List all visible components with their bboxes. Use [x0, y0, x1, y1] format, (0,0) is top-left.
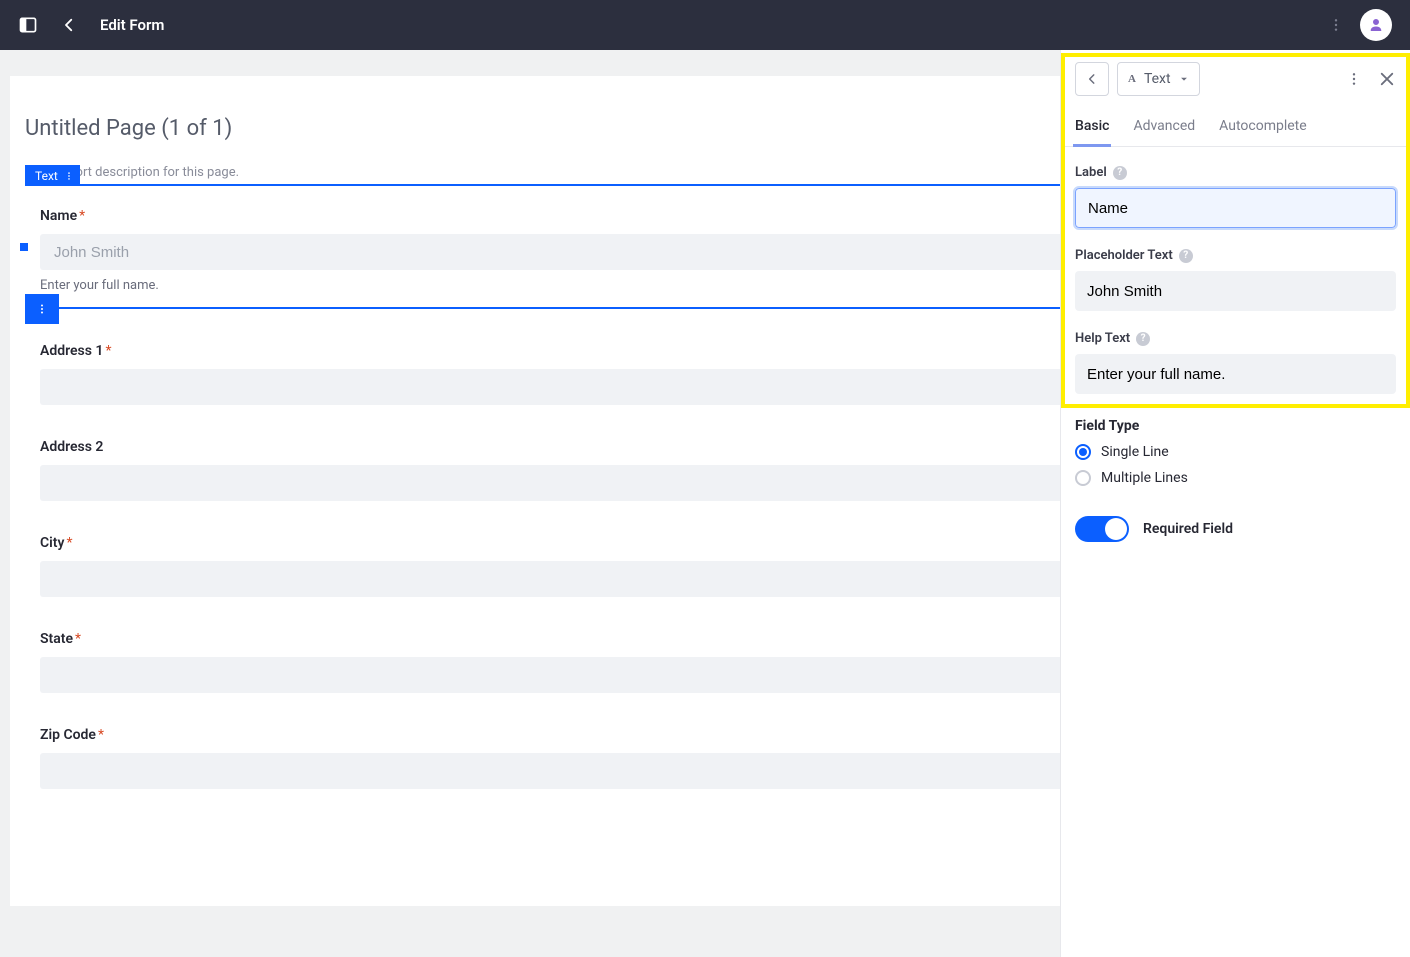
radio-label: Multiple Lines	[1101, 470, 1188, 486]
text-type-icon: A	[1128, 73, 1136, 85]
required-star: *	[75, 631, 81, 647]
panel-menu-icon[interactable]	[1346, 71, 1362, 87]
close-panel-icon[interactable]	[1378, 70, 1396, 88]
helptext-input[interactable]	[1075, 354, 1396, 394]
field-type-tag: Text	[25, 165, 80, 186]
required-star: *	[66, 535, 72, 551]
label-input[interactable]	[1075, 188, 1396, 228]
field-label: Address 2	[40, 439, 103, 455]
panel-back-button[interactable]	[1075, 62, 1109, 96]
topbar: Edit Form	[0, 0, 1410, 50]
help-icon[interactable]: ?	[1179, 249, 1193, 263]
panel-tabs: Basic Advanced Autocomplete	[1061, 108, 1410, 147]
help-icon[interactable]: ?	[1113, 166, 1127, 180]
field-type-dropdown-label: Text	[1144, 71, 1171, 87]
required-toggle-label: Required Field	[1143, 521, 1233, 537]
chevron-down-icon	[1179, 74, 1189, 84]
field-label: Name	[40, 208, 77, 224]
field-label: State	[40, 631, 73, 647]
radio-single-line[interactable]: Single Line	[1075, 444, 1396, 460]
field-label: Zip Code	[40, 727, 96, 743]
field-type-title: Field Type	[1075, 418, 1396, 434]
placeholder-field-title: Placeholder Text	[1075, 248, 1173, 263]
field-type-dropdown[interactable]: A Text	[1117, 62, 1200, 96]
field-drag-handle[interactable]	[20, 243, 28, 251]
back-button[interactable]	[60, 16, 78, 34]
required-star: *	[98, 727, 104, 743]
tab-advanced[interactable]: Advanced	[1133, 108, 1195, 146]
field-label: Address 1	[40, 343, 103, 359]
required-toggle[interactable]	[1075, 516, 1129, 542]
radio-icon	[1075, 444, 1091, 460]
help-icon[interactable]: ?	[1136, 332, 1150, 346]
required-star: *	[105, 343, 111, 359]
page-title: Edit Form	[100, 16, 164, 34]
required-star: *	[79, 208, 85, 224]
label-field-title: Label	[1075, 165, 1107, 180]
tab-autocomplete[interactable]: Autocomplete	[1219, 108, 1307, 146]
user-avatar[interactable]	[1360, 9, 1392, 41]
field-label: City	[40, 535, 64, 551]
tab-basic[interactable]: Basic	[1075, 108, 1109, 146]
radio-multiple-lines[interactable]: Multiple Lines	[1075, 470, 1396, 486]
properties-panel: A Text Basic Advanced Autocomplete	[1060, 50, 1410, 957]
panel-toggle-icon[interactable]	[18, 15, 38, 35]
placeholder-input[interactable]	[1075, 271, 1396, 311]
radio-label: Single Line	[1101, 444, 1169, 460]
field-tag-menu-icon[interactable]	[64, 169, 74, 183]
radio-icon	[1075, 470, 1091, 486]
help-field-title: Help Text	[1075, 331, 1130, 346]
topbar-menu-icon[interactable]	[1328, 17, 1344, 33]
field-type-tag-label: Text	[35, 169, 58, 183]
